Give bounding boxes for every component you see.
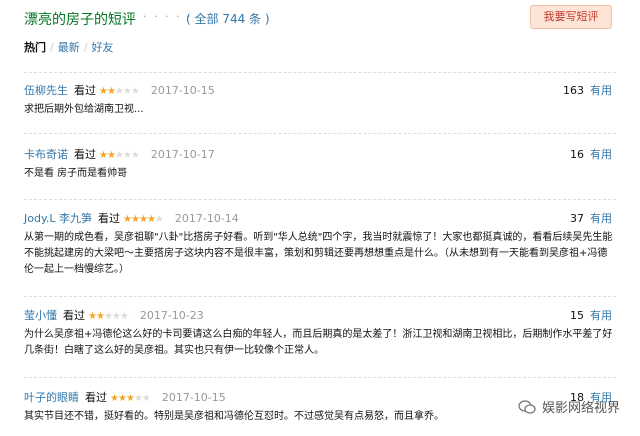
- section-title: 漂亮的房子的短评: [24, 12, 136, 28]
- watermark-text: 娱影网络视界: [541, 401, 620, 416]
- review-meta: 伍柳先生 看过 ★★★★★ 2017-10-15: [24, 82, 215, 98]
- vote-count: 37: [570, 212, 584, 225]
- sort-separator: /: [83, 41, 88, 54]
- star-filled-icon: ★: [95, 311, 105, 322]
- review-meta: 莹小懂 看过 ★★★★★ 2017-10-23: [24, 307, 204, 323]
- star-filled-icon: ★: [88, 311, 97, 322]
- review-text: 不是看 房子而是看帅哥: [24, 168, 128, 179]
- review-meta: 叶子的眼睛 看过 ★★★★★ 2017-10-15: [24, 389, 226, 405]
- review-date: 2017-10-14: [174, 212, 239, 225]
- star-empty-icon: ★: [154, 214, 164, 225]
- star-empty-icon: ★: [119, 311, 129, 322]
- useful-button[interactable]: 有用: [590, 309, 612, 322]
- review-meta: Jody.L 李九笋 看过 ★★★★★ 2017-10-14: [24, 210, 239, 226]
- useful-votes: 15 有用: [570, 307, 612, 323]
- star-empty-icon: ★: [103, 311, 113, 322]
- useful-votes: 37 有用: [570, 210, 612, 226]
- useful-votes: 163 有用: [563, 82, 612, 98]
- review-author[interactable]: 叶子的眼睛: [24, 391, 79, 404]
- star-empty-icon: ★: [122, 86, 132, 97]
- star-empty-icon: ★: [111, 311, 121, 322]
- useful-button[interactable]: 有用: [590, 84, 612, 97]
- title-dots: · · · · · ·: [132, 10, 193, 23]
- sort-hot[interactable]: 热门: [24, 41, 46, 54]
- all-comments-link[interactable]: ( 全部 744 条 ): [186, 10, 270, 27]
- divider: [24, 72, 616, 73]
- review-author[interactable]: 莹小懂: [24, 309, 57, 322]
- rating-stars-icon: ★★★★★: [99, 150, 140, 161]
- review-text: 求把后期外包给湖南卫视...: [24, 104, 144, 115]
- star-filled-icon: ★: [125, 393, 135, 404]
- review-date: 2017-10-17: [150, 148, 215, 161]
- rating-stars-icon: ★★★★★: [99, 86, 140, 97]
- star-filled-icon: ★: [117, 393, 127, 404]
- divider: [24, 133, 616, 134]
- rating-stars-icon: ★★★★★: [88, 311, 129, 322]
- star-empty-icon: ★: [130, 150, 140, 161]
- write-review-button[interactable]: 我要写短评: [530, 5, 612, 29]
- useful-button[interactable]: 有用: [590, 148, 612, 161]
- useful-button[interactable]: 有用: [590, 212, 612, 225]
- review-status: 看过: [98, 212, 121, 225]
- star-empty-icon: ★: [114, 150, 124, 161]
- star-filled-icon: ★: [106, 86, 116, 97]
- vote-count: 163: [563, 84, 584, 97]
- divider: [24, 296, 616, 297]
- star-empty-icon: ★: [122, 150, 132, 161]
- rating-stars-icon: ★★★★★: [110, 393, 151, 404]
- star-filled-icon: ★: [131, 214, 140, 225]
- star-filled-icon: ★: [123, 214, 132, 225]
- star-filled-icon: ★: [106, 150, 116, 161]
- rating-stars-icon: ★★★★★: [123, 214, 164, 225]
- star-empty-icon: ★: [133, 393, 143, 404]
- vote-count: 15: [570, 309, 584, 322]
- divider: [24, 199, 616, 200]
- review-text: 从第一期的成色看，吴彦祖聊"八卦"比搭房子好看。听到"华人总统"四个字，我当时就…: [24, 232, 613, 275]
- star-empty-icon: ★: [114, 86, 124, 97]
- sort-friends[interactable]: 好友: [91, 41, 113, 54]
- star-empty-icon: ★: [130, 86, 140, 97]
- star-filled-icon: ★: [146, 214, 156, 225]
- review-author[interactable]: Jody.L 李九笋: [24, 212, 92, 225]
- review-status: 看过: [74, 148, 96, 161]
- review-text: 为什么吴彦祖+冯德伦这么好的卡司要请这么白痴的年轻人，而且后期真的是太差了！浙江…: [24, 329, 613, 356]
- star-empty-icon: ★: [141, 393, 151, 404]
- sort-tabs: 热门 / 最新 / 好友: [24, 39, 113, 55]
- review-date: 2017-10-23: [139, 309, 204, 322]
- review-status: 看过: [63, 309, 85, 322]
- watermark: 娱影网络视界: [518, 397, 620, 416]
- star-filled-icon: ★: [138, 214, 148, 225]
- vote-count: 16: [570, 148, 584, 161]
- review-meta: 卡布奇诺 看过 ★★★★★ 2017-10-17: [24, 146, 215, 162]
- wechat-icon: [518, 400, 536, 414]
- review-status: 看过: [85, 391, 107, 404]
- comments-header: 漂亮的房子的短评 · · · · · · ( 全部 744 条 ) 我要写短评: [0, 0, 640, 32]
- review-date: 2017-10-15: [150, 84, 215, 97]
- divider: [24, 377, 616, 378]
- star-filled-icon: ★: [99, 150, 108, 161]
- review-status: 看过: [74, 84, 96, 97]
- review-date: 2017-10-15: [161, 391, 226, 404]
- sort-separator: /: [50, 41, 54, 54]
- star-filled-icon: ★: [99, 86, 108, 97]
- sort-latest[interactable]: 最新: [58, 41, 80, 54]
- review-author[interactable]: 卡布奇诺: [24, 148, 68, 161]
- star-filled-icon: ★: [110, 393, 119, 404]
- review-author[interactable]: 伍柳先生: [24, 84, 68, 97]
- useful-votes: 16 有用: [570, 146, 612, 162]
